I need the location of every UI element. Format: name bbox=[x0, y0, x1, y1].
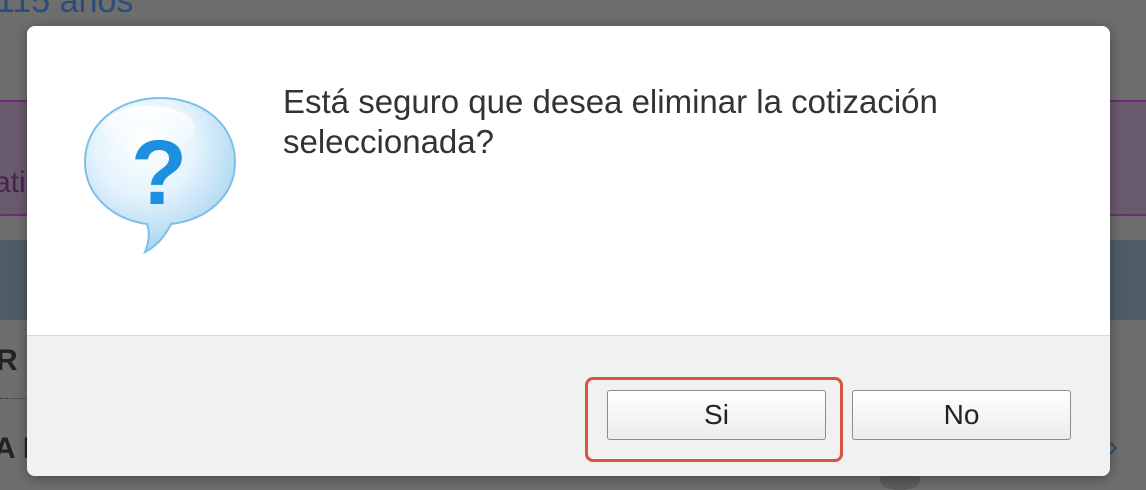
dialog-message: Está seguro que desea eliminar la cotiza… bbox=[283, 83, 938, 160]
background-row-label: R bbox=[0, 344, 18, 377]
svg-text:?: ? bbox=[131, 122, 187, 224]
background-banner-text: ati bbox=[0, 166, 26, 199]
question-bubble-icon: ? bbox=[83, 96, 237, 255]
no-button[interactable]: No bbox=[852, 390, 1071, 440]
background-divider bbox=[0, 398, 30, 399]
background-heading: 115 años bbox=[0, 0, 134, 20]
confirm-delete-dialog: ? Está seguro que desea eliminar la coti… bbox=[27, 26, 1110, 476]
yes-button[interactable]: Si bbox=[607, 390, 826, 440]
dialog-body: ? Está seguro que desea eliminar la coti… bbox=[27, 26, 1110, 335]
dialog-footer: Si No bbox=[27, 335, 1110, 476]
